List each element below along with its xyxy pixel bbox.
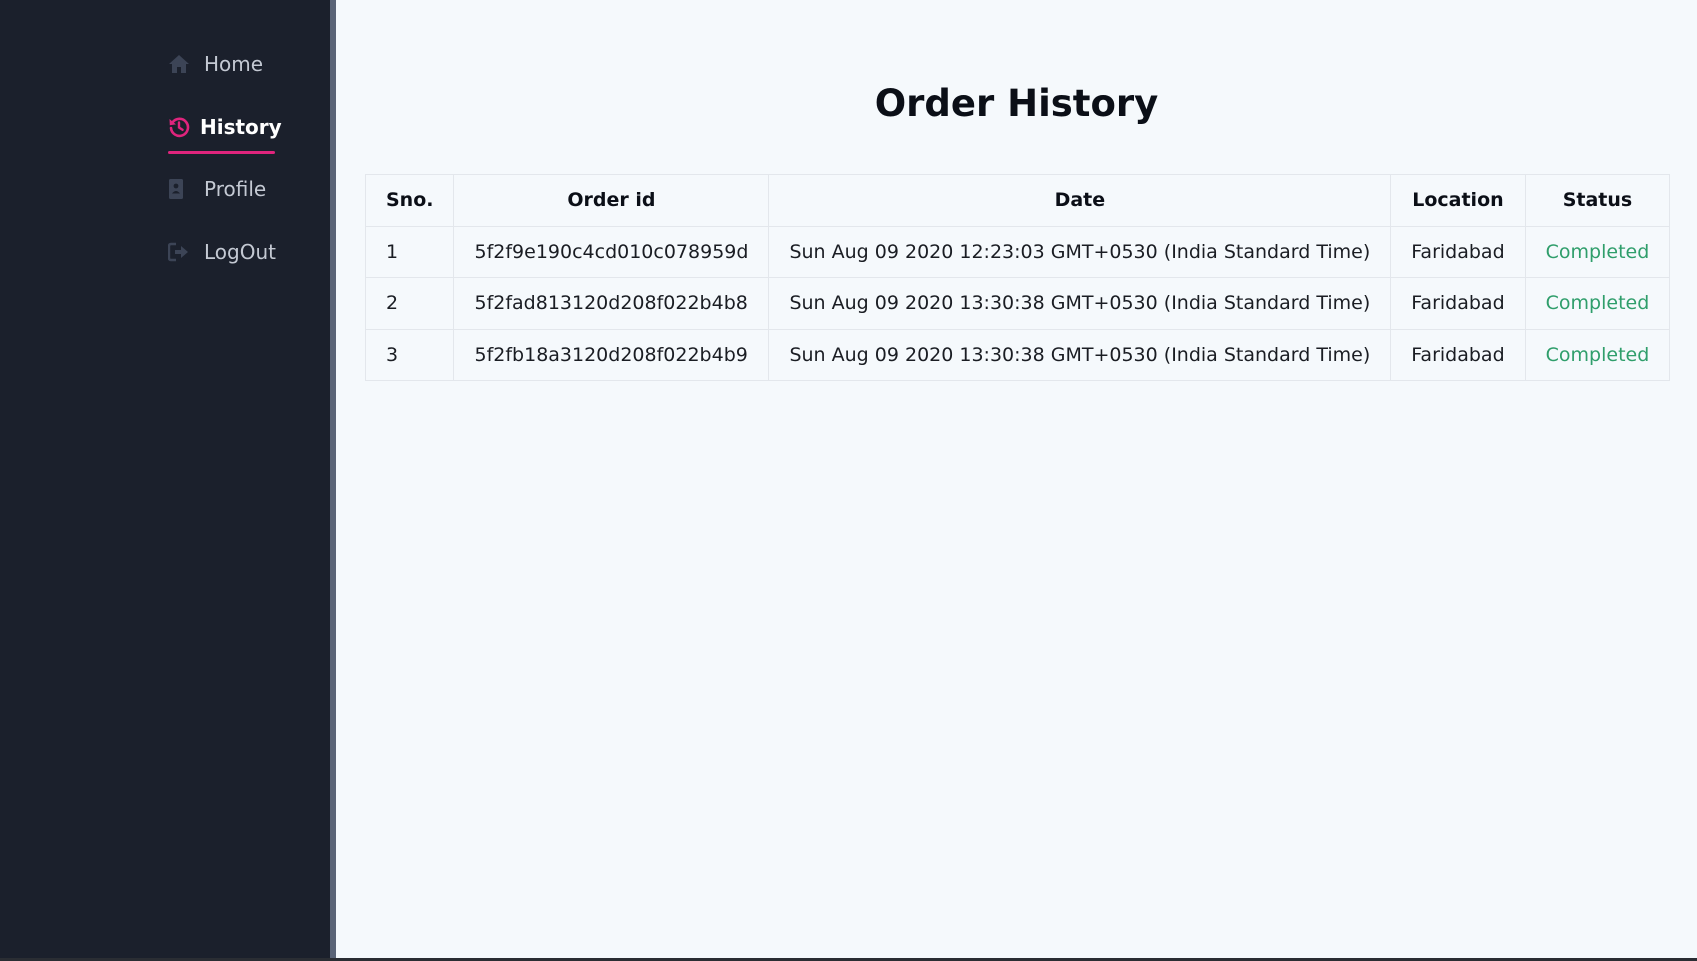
cell-status: Completed	[1524, 328, 1671, 381]
column-header-date: Date	[768, 174, 1392, 227]
cell-order-id: 5f2fad813120d208f022b4b8	[453, 277, 770, 330]
app: Home History Profile LogOut Order Histor…	[0, 0, 1697, 961]
history-icon	[168, 115, 190, 139]
sidebar: Home History Profile LogOut	[0, 0, 330, 958]
table-header-row: Sno. Order id Date Location Status	[364, 174, 1671, 227]
cell-date: Sun Aug 09 2020 12:23:03 GMT+0530 (India…	[768, 225, 1392, 278]
profile-icon	[168, 177, 194, 201]
sidebar-item-label: History	[200, 114, 282, 139]
cell-date: Sun Aug 09 2020 13:30:38 GMT+0530 (India…	[768, 277, 1392, 330]
sidebar-item-label: LogOut	[204, 239, 276, 264]
main-content: Order History Sno. Order id Date Locatio…	[336, 0, 1697, 958]
cell-location: Faridabad	[1390, 277, 1526, 330]
logout-icon	[168, 240, 194, 264]
cell-location: Faridabad	[1390, 225, 1526, 278]
column-header-order-id: Order id	[453, 174, 770, 227]
table-row: 3 5f2fb18a3120d208f022b4b9 Sun Aug 09 20…	[364, 328, 1671, 381]
cell-date: Sun Aug 09 2020 13:30:38 GMT+0530 (India…	[768, 328, 1392, 381]
column-header-sno: Sno.	[364, 174, 455, 227]
cell-sno: 2	[364, 277, 455, 330]
cell-order-id: 5f2fb18a3120d208f022b4b9	[453, 328, 770, 381]
sidebar-item-home[interactable]: Home	[168, 40, 278, 88]
home-icon	[168, 52, 194, 76]
cell-status: Completed	[1524, 277, 1671, 330]
table-row: 2 5f2fad813120d208f022b4b8 Sun Aug 09 20…	[364, 277, 1671, 330]
sidebar-item-history[interactable]: History	[168, 103, 282, 154]
cell-sno: 1	[364, 225, 455, 278]
cell-sno: 3	[364, 328, 455, 381]
cell-status: Completed	[1524, 225, 1671, 278]
column-header-location: Location	[1390, 174, 1526, 227]
order-history-table: Sno. Order id Date Location Status 1 5f2…	[364, 174, 1671, 381]
sidebar-item-logout[interactable]: LogOut	[168, 228, 278, 276]
sidebar-item-label: Home	[204, 52, 264, 76]
sidebar-item-label: Profile	[204, 177, 267, 201]
table-row: 1 5f2f9e190c4cd010c078959d Sun Aug 09 20…	[364, 225, 1671, 278]
column-header-status: Status	[1524, 174, 1671, 227]
page-title: Order History	[874, 82, 1159, 125]
cell-location: Faridabad	[1390, 328, 1526, 381]
sidebar-item-profile[interactable]: Profile	[168, 165, 278, 213]
cell-order-id: 5f2f9e190c4cd010c078959d	[453, 225, 770, 278]
sidebar-nav: Home History Profile LogOut	[168, 40, 282, 290]
